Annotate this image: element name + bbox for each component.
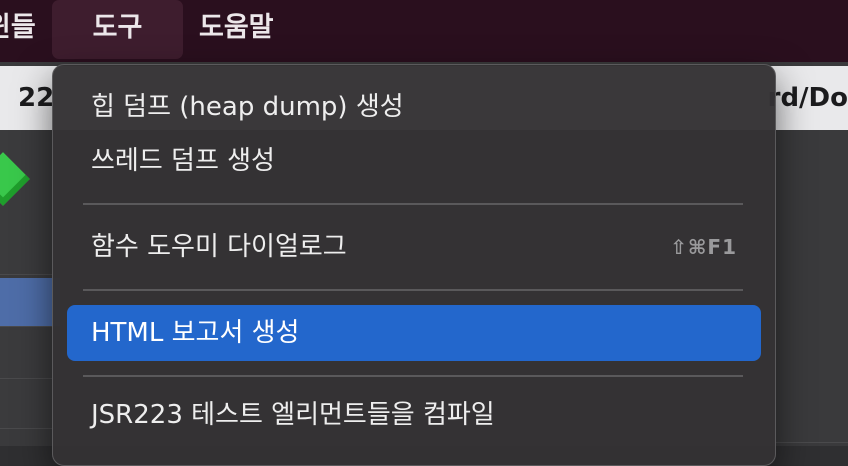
menu-help[interactable]: 도움말 bbox=[199, 0, 274, 62]
tree-row[interactable] bbox=[0, 226, 60, 275]
tools-dropdown-menu: 힙 덤프 (heap dump) 생성 쓰레드 덤프 생성 함수 도우미 다이얼… bbox=[52, 64, 776, 466]
path-text-right: rd/Do bbox=[767, 83, 848, 113]
table-row[interactable] bbox=[772, 280, 848, 335]
menu-item-label: JSR223 테스트 엘리먼트들을 컴파일 bbox=[91, 400, 495, 430]
menu-item-thread-dump[interactable]: 쓰레드 덤프 생성 bbox=[67, 133, 761, 189]
tree-row[interactable] bbox=[0, 330, 60, 379]
path-text-left: 22 bbox=[18, 83, 55, 113]
menu-separator bbox=[83, 289, 743, 291]
menu-item-html-report[interactable]: HTML 보고서 생성 bbox=[67, 305, 761, 361]
menu-separator bbox=[83, 375, 743, 377]
menu-item-compile-jsr223[interactable]: JSR223 테스트 엘리먼트들을 컴파일 bbox=[67, 387, 761, 443]
menu-item-label: 함수 도우미 다이얼로그 bbox=[91, 232, 347, 262]
menu-bar: 윈들 도구 도움말 bbox=[0, 0, 848, 62]
table-row[interactable] bbox=[772, 388, 848, 443]
tree-row[interactable] bbox=[0, 380, 60, 429]
table-row[interactable] bbox=[772, 226, 848, 281]
table-row[interactable] bbox=[772, 334, 848, 389]
menu-item-label: HTML 보고서 생성 bbox=[91, 318, 300, 348]
menu-separator bbox=[83, 203, 743, 205]
menu-item-label: 쓰레드 덤프 생성 bbox=[91, 146, 275, 176]
menu-window-partial[interactable]: 윈들 bbox=[0, 0, 36, 62]
menu-item-label: 힙 덤프 (heap dump) 생성 bbox=[91, 92, 404, 122]
shortcut-label: ⇧⌘F1 bbox=[670, 235, 737, 259]
table-panel bbox=[772, 130, 848, 446]
menu-tools[interactable]: 도구 bbox=[52, 0, 183, 59]
menu-item-heap-dump[interactable]: 힙 덤프 (heap dump) 생성 bbox=[67, 79, 761, 135]
tree-row-selected[interactable] bbox=[0, 278, 60, 327]
menu-item-function-helper[interactable]: 함수 도우미 다이얼로그 ⇧⌘F1 bbox=[67, 219, 761, 275]
